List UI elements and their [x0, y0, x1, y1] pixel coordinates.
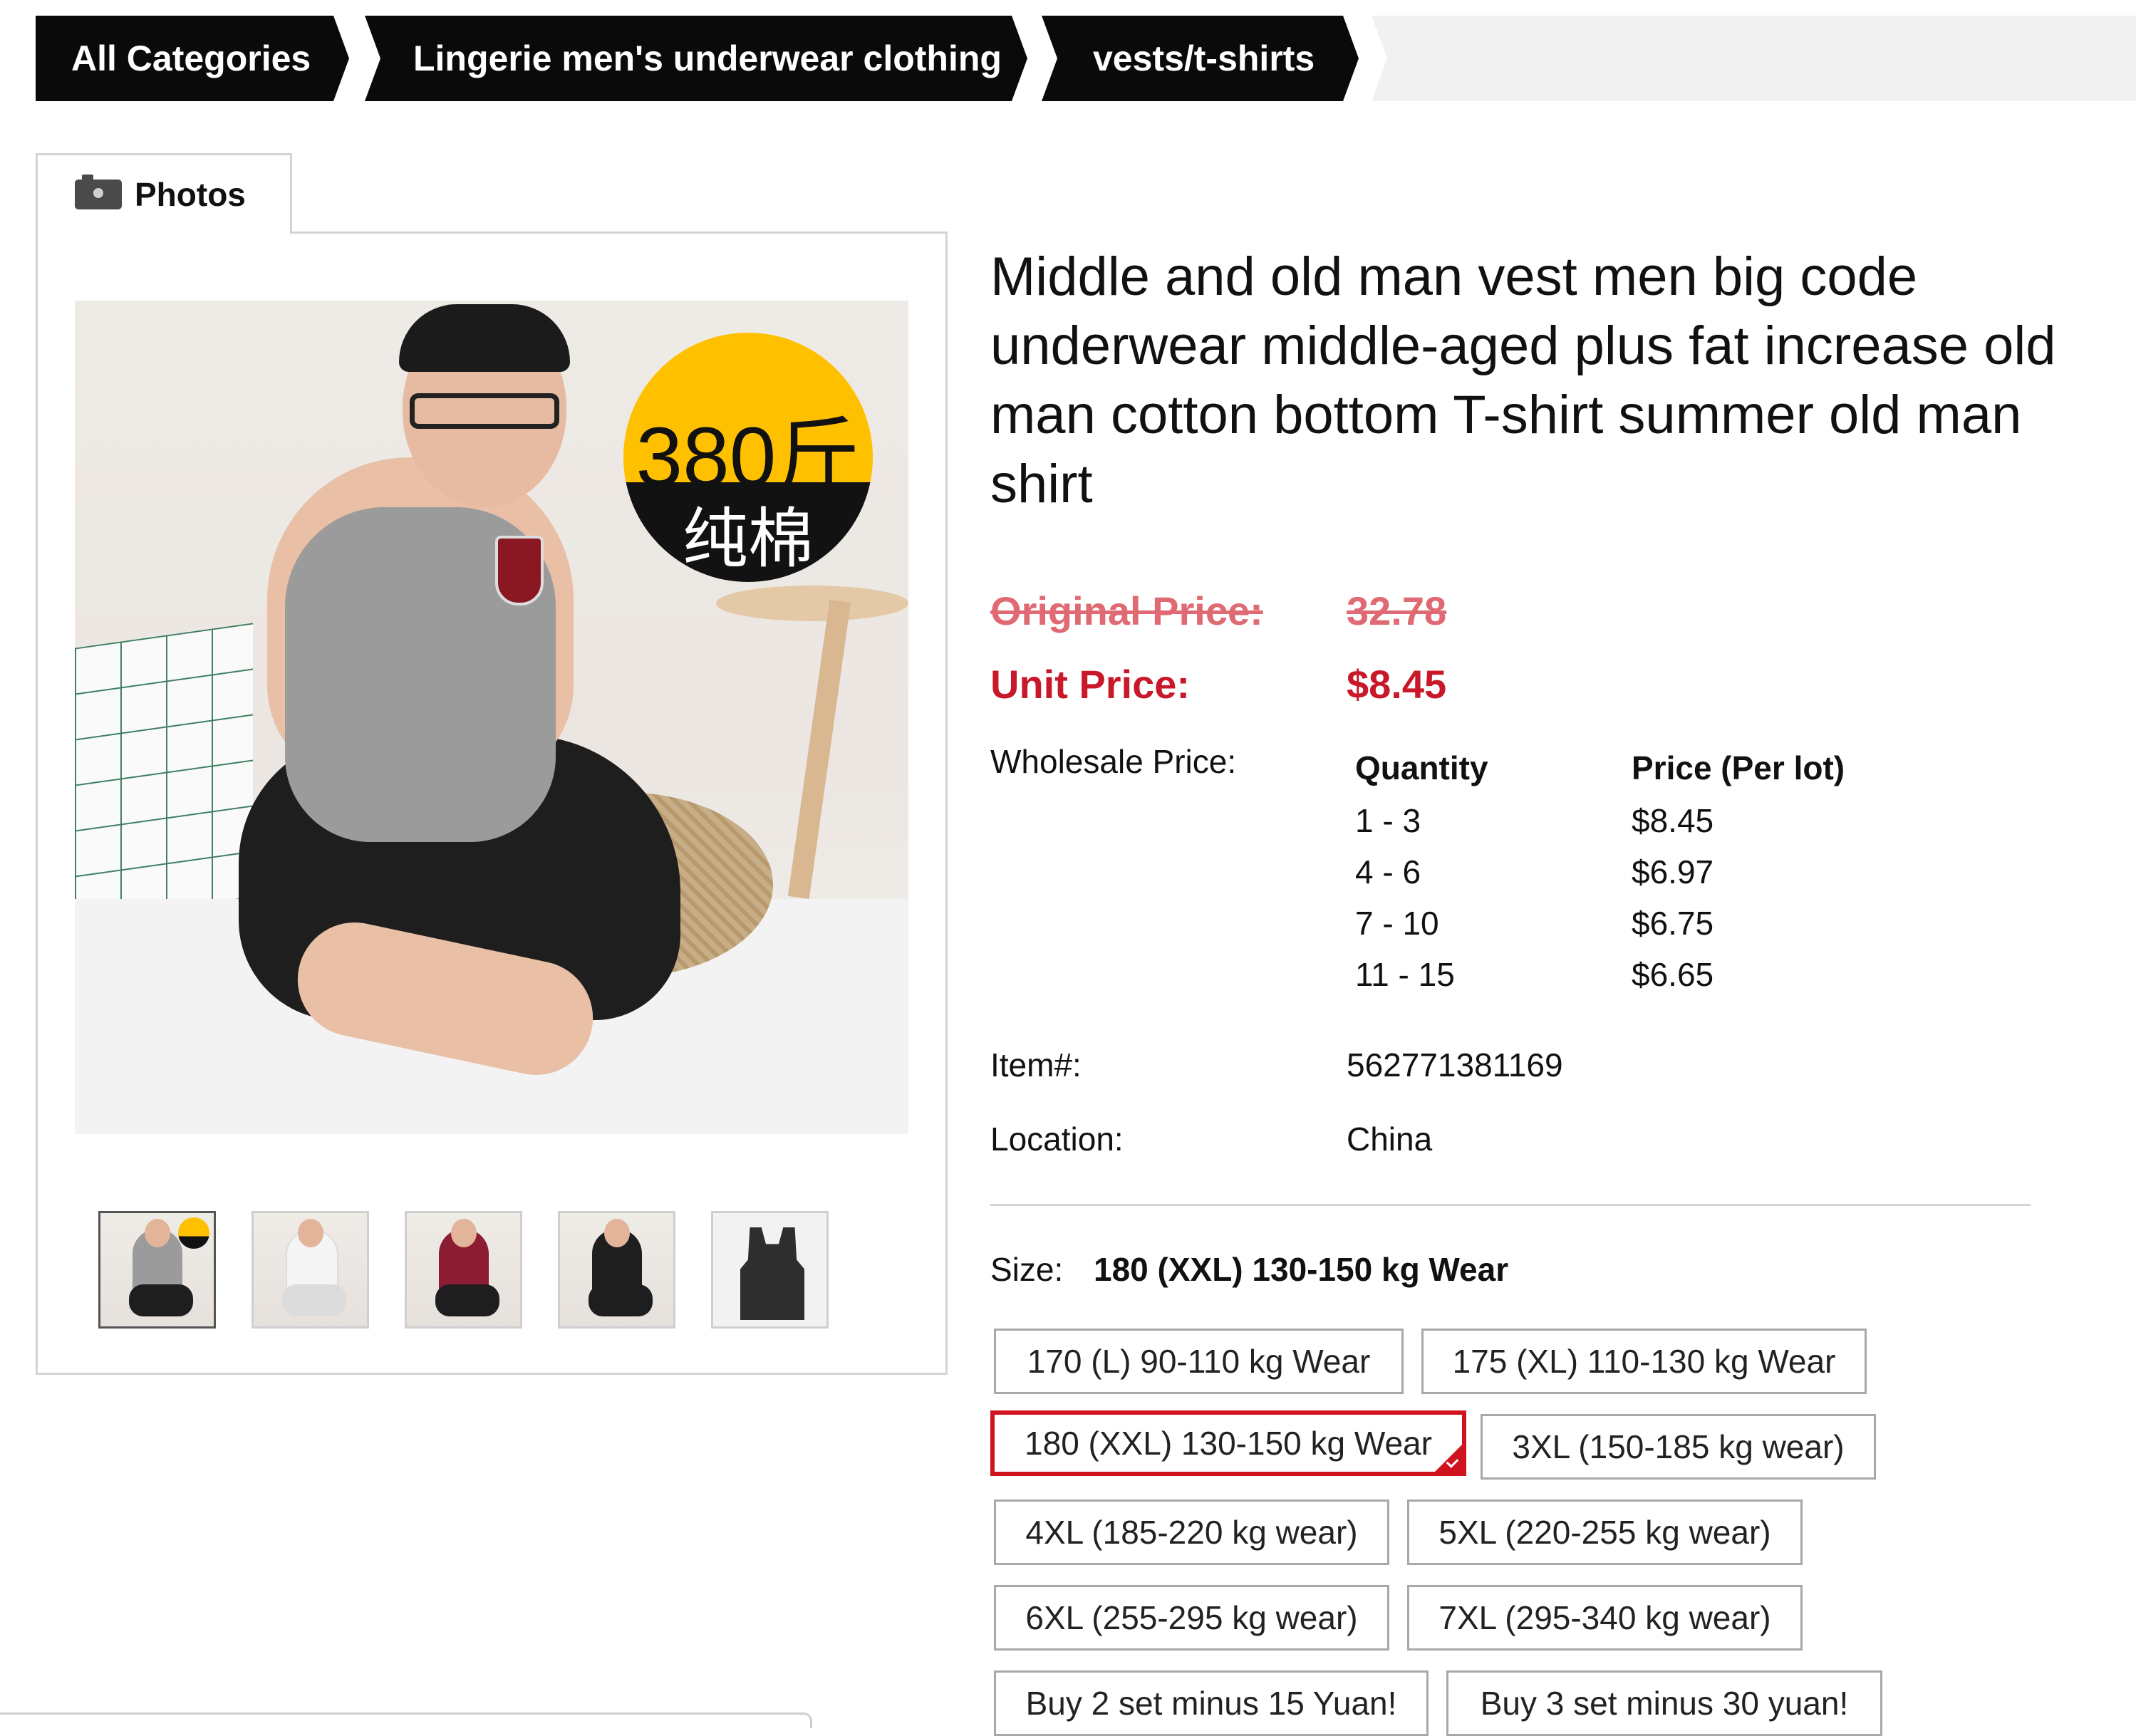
main-product-photo[interactable]: 380斤 纯棉	[75, 301, 908, 1134]
breadcrumb-remainder	[1372, 16, 2136, 101]
side-table-leg-graphic	[787, 599, 851, 900]
wine-glass	[495, 536, 544, 605]
promo-option-buy-3[interactable]: Buy 3 set minus 30 yuan!	[1446, 1670, 1882, 1736]
size-option-xxl[interactable]: 180 (XXL) 130-150 kg Wear	[990, 1410, 1466, 1476]
thumbnail-strip	[98, 1211, 829, 1329]
unit-price-value: $8.45	[1347, 662, 1447, 707]
wholesale-price-table: Quantity Price (Per lot) 1 - 3 $8.45 4 -…	[1355, 741, 1845, 1000]
thumbnail-vest-flatlay[interactable]	[711, 1211, 829, 1329]
selected-check-icon	[1435, 1445, 1462, 1472]
promo-option-buy-2[interactable]: Buy 2 set minus 15 Yuan!	[994, 1670, 1429, 1736]
camera-icon	[75, 175, 122, 209]
section-divider	[990, 1204, 2031, 1206]
size-option-7xl[interactable]: 7XL (295-340 kg wear)	[1407, 1585, 1803, 1651]
wholesale-header-row: Quantity Price (Per lot)	[1355, 741, 1845, 795]
original-price-label: Original Price:	[990, 588, 1263, 633]
item-number-value: 562771381169	[1347, 1046, 1563, 1083]
thumbnail-white-vest[interactable]	[252, 1211, 369, 1329]
item-number-label: Item#:	[990, 1046, 1082, 1083]
quantity-cell: 7 - 10	[1355, 905, 1439, 942]
size-option-3xl[interactable]: 3XL (150-185 kg wear)	[1481, 1414, 1876, 1480]
table-row: 11 - 15 $6.65	[1355, 949, 1845, 1000]
size-selected-value: 180 (XXL) 130-150 kg Wear	[1094, 1251, 1509, 1288]
tab-photos-label: Photos	[135, 176, 246, 213]
model-hair	[399, 304, 570, 372]
quantity-cell: 11 - 15	[1355, 956, 1455, 993]
side-table-graphic	[716, 586, 908, 621]
price-cell: $8.45	[1632, 802, 1714, 839]
breadcrumb-label: All Categories	[71, 38, 311, 78]
size-option-xl[interactable]: 175 (XL) 110-130 kg Wear	[1421, 1329, 1867, 1394]
table-row: 4 - 6 $6.97	[1355, 846, 1845, 898]
unit-price-label: Unit Price:	[990, 662, 1191, 707]
lower-panel-edge	[0, 1712, 812, 1728]
product-title: Middle and old man vest men big code und…	[990, 246, 2056, 514]
quantity-cell: 1 - 3	[1355, 802, 1421, 839]
size-option-5xl[interactable]: 5XL (220-255 kg wear)	[1407, 1499, 1803, 1565]
quantity-header: Quantity	[1355, 749, 1488, 786]
breadcrumb-lingerie-category[interactable]: Lingerie men's underwear clothing	[365, 16, 1027, 101]
size-option-4xl[interactable]: 4XL (185-220 kg wear)	[994, 1499, 1389, 1565]
breadcrumb-label: vests/t-shirts	[1093, 38, 1315, 78]
location-label: Location:	[990, 1121, 1124, 1158]
size-label: Size:	[990, 1251, 1064, 1288]
thumbnail-red-vest[interactable]	[405, 1211, 522, 1329]
price-cell: $6.97	[1632, 853, 1714, 890]
tab-photos[interactable]: Photos	[36, 153, 292, 234]
location-value: China	[1347, 1121, 1433, 1158]
price-per-lot-header: Price (Per lot)	[1632, 749, 1845, 786]
badge-cotton-text: 纯棉	[682, 503, 814, 576]
size-option-xxl-label: 180 (XXL) 130-150 kg Wear	[1025, 1425, 1432, 1462]
breadcrumb-all-categories[interactable]: All Categories	[36, 16, 349, 101]
table-row: 7 - 10 $6.75	[1355, 898, 1845, 949]
breadcrumb-label: Lingerie men's underwear clothing	[413, 38, 1002, 78]
thumbnail-grey-vest[interactable]	[98, 1211, 216, 1329]
size-option-6xl[interactable]: 6XL (255-295 kg wear)	[994, 1585, 1389, 1651]
model-glasses	[410, 393, 559, 429]
quantity-cell: 4 - 6	[1355, 853, 1421, 890]
price-cell: $6.65	[1632, 956, 1714, 993]
thumbnail-black-vest[interactable]	[558, 1211, 675, 1329]
wholesale-price-label: Wholesale Price:	[990, 743, 1237, 780]
size-badge: 380斤 纯棉	[623, 333, 873, 582]
breadcrumb-vests-tshirts[interactable]: vests/t-shirts	[1042, 16, 1359, 101]
size-option-l[interactable]: 170 (L) 90-110 kg Wear	[994, 1329, 1404, 1394]
original-price-value: 32.78	[1347, 588, 1447, 633]
table-row: 1 - 3 $8.45	[1355, 795, 1845, 846]
price-cell: $6.75	[1632, 905, 1714, 942]
